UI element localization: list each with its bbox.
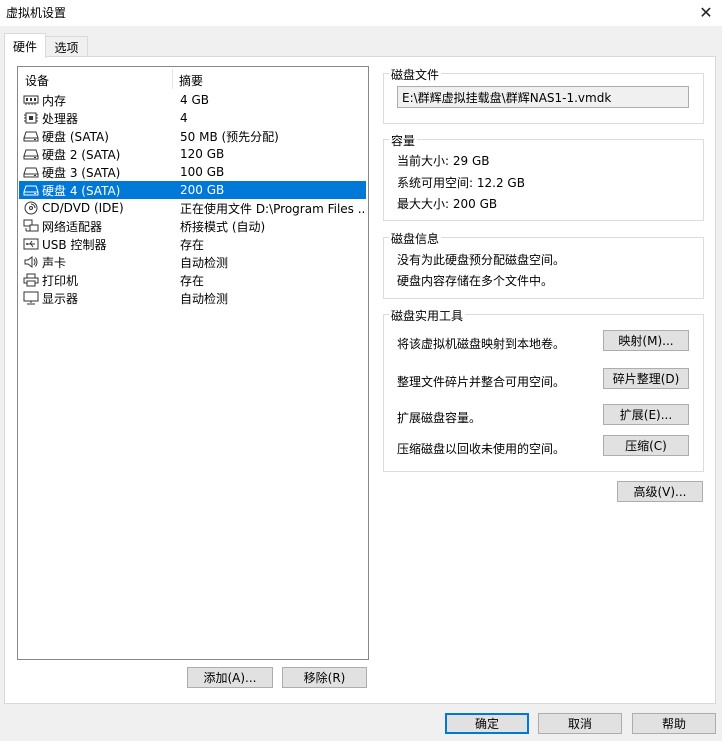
- device-summary: 存在: [180, 237, 205, 252]
- current-size: 当前大小: 29 GB: [397, 154, 490, 168]
- device-name: 硬盘 (SATA): [42, 129, 109, 144]
- device-summary: 正在使用文件 D:\Program Files ...: [180, 201, 365, 216]
- device-summary: 120 GB: [180, 147, 225, 161]
- device-name: USB 控制器: [42, 237, 107, 252]
- ok-button[interactable]: 确定: [445, 713, 529, 734]
- device-summary: 桥接模式 (自动): [180, 219, 266, 234]
- usb-icon: [23, 237, 39, 251]
- advanced-button[interactable]: 高级(V)...: [617, 481, 703, 502]
- column-header-summary[interactable]: 摘要: [179, 72, 203, 89]
- disk-info-label: 磁盘信息: [389, 230, 442, 247]
- sound-icon: [23, 255, 39, 269]
- compact-button[interactable]: 压缩(C): [603, 435, 689, 456]
- device-name: 硬盘 2 (SATA): [42, 147, 121, 162]
- column-header-device[interactable]: 设备: [25, 72, 49, 89]
- window-title: 虚拟机设置: [6, 6, 67, 20]
- device-name: 内存: [42, 93, 67, 108]
- device-summary: 存在: [180, 273, 205, 288]
- defrag-description: 整理文件碎片并整合可用空间。: [397, 375, 566, 389]
- printer-icon: [23, 273, 39, 287]
- device-name: 声卡: [42, 255, 67, 270]
- expand-button[interactable]: 扩展(E)...: [603, 404, 689, 425]
- device-name: 打印机: [42, 273, 79, 288]
- remove-device-button[interactable]: 移除(R): [282, 667, 367, 688]
- device-summary: 自动检测: [180, 255, 229, 270]
- device-name: 硬盘 3 (SATA): [42, 165, 121, 180]
- network-adapter-icon: [23, 219, 39, 233]
- device-row[interactable]: 打印机 存在: [19, 271, 366, 289]
- device-summary: 4: [180, 111, 188, 125]
- device-row[interactable]: CD/DVD (IDE) 正在使用文件 D:\Program Files ...: [19, 199, 366, 217]
- device-row[interactable]: 硬盘 (SATA) 50 MB (预先分配): [19, 127, 366, 145]
- processor-icon: [23, 111, 39, 125]
- device-name: CD/DVD (IDE): [42, 201, 124, 215]
- device-name: 处理器: [42, 111, 79, 126]
- tab-hardware[interactable]: 硬件: [4, 33, 46, 58]
- expand-description: 扩展磁盘容量。: [397, 411, 482, 425]
- tab-hardware-label: 硬件: [12, 39, 37, 54]
- device-summary: 50 MB (预先分配): [180, 129, 279, 144]
- device-row[interactable]: 内存 4 GB: [19, 91, 366, 109]
- defragment-button[interactable]: 碎片整理(D): [603, 368, 689, 389]
- map-description: 将该虚拟机磁盘映射到本地卷。: [397, 337, 566, 351]
- cd-dvd-icon: [23, 201, 39, 215]
- hard-disk-icon: [23, 129, 39, 143]
- cancel-button[interactable]: 取消: [538, 713, 622, 734]
- hard-disk-icon: [23, 147, 39, 161]
- tab-options[interactable]: 选项: [45, 36, 88, 57]
- device-row[interactable]: USB 控制器 存在: [19, 235, 366, 253]
- hard-disk-icon: [23, 183, 39, 197]
- disk-file-label: 磁盘文件: [389, 66, 442, 83]
- map-button[interactable]: 映射(M)...: [603, 330, 689, 351]
- device-row[interactable]: 声卡 自动检测: [19, 253, 366, 271]
- device-row[interactable]: 硬盘 4 (SATA) 200 GB: [19, 181, 366, 199]
- device-summary: 200 GB: [180, 183, 225, 197]
- device-name: 网络适配器: [42, 219, 103, 234]
- device-row[interactable]: 处理器 4: [19, 109, 366, 127]
- add-device-button[interactable]: 添加(A)...: [187, 667, 273, 688]
- disk-info-line2: 硬盘内容存储在多个文件中。: [397, 274, 554, 288]
- memory-icon: [23, 93, 39, 107]
- close-icon: ✕: [699, 2, 713, 22]
- device-summary: 100 GB: [180, 165, 225, 179]
- device-summary: 自动检测: [180, 291, 229, 306]
- device-row[interactable]: 硬盘 3 (SATA) 100 GB: [19, 163, 366, 181]
- capacity-label: 容量: [389, 132, 418, 149]
- device-summary: 4 GB: [180, 93, 209, 107]
- help-button[interactable]: 帮助: [632, 713, 716, 734]
- device-row[interactable]: 显示器 自动检测: [19, 289, 366, 307]
- device-name: 显示器: [42, 291, 79, 306]
- device-row[interactable]: 网络适配器 桥接模式 (自动): [19, 217, 366, 235]
- disk-info-line1: 没有为此硬盘预分配磁盘空间。: [397, 253, 566, 267]
- close-button[interactable]: ✕: [690, 0, 722, 24]
- device-row[interactable]: 硬盘 2 (SATA) 120 GB: [19, 145, 366, 163]
- device-name: 硬盘 4 (SATA): [42, 183, 121, 198]
- available-space: 系统可用空间: 12.2 GB: [397, 176, 525, 190]
- device-list[interactable]: 设备 摘要 内存 4 GB 处理器 4 硬盘 (SATA) 50 MB (预先分配) 硬盘 …: [17, 66, 369, 660]
- compact-description: 压缩磁盘以回收未使用的空间。: [397, 442, 566, 456]
- title-bar: [0, 0, 722, 26]
- max-size: 最大大小: 200 GB: [397, 197, 498, 211]
- disk-file-path[interactable]: E:\群辉虚拟挂载盘\群辉NAS1-1.vmdk: [397, 86, 689, 108]
- tab-options-label: 选项: [54, 40, 79, 55]
- hard-disk-icon: [23, 165, 39, 179]
- display-icon: [23, 291, 39, 305]
- disk-utilities-label: 磁盘实用工具: [389, 307, 466, 324]
- column-separator[interactable]: [172, 69, 173, 89]
